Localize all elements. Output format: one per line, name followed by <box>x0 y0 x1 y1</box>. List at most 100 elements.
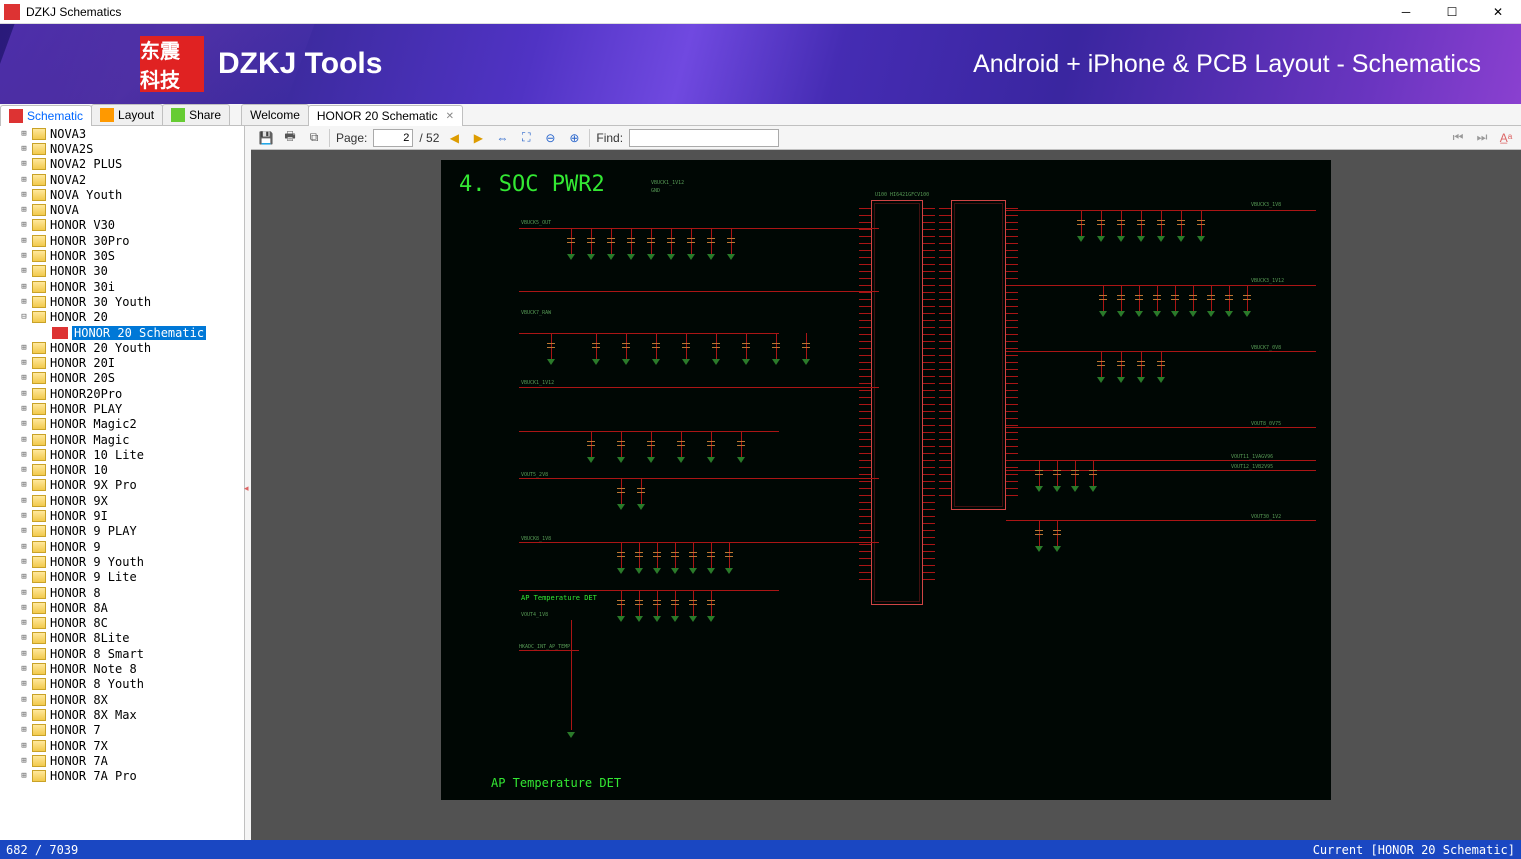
doc-tab-honor20[interactable]: HONOR 20 Schematic ✕ <box>308 105 463 126</box>
tree-folder[interactable]: ⊞HONOR20Pro <box>0 386 244 401</box>
print-icon[interactable]: 🖶 <box>281 129 299 147</box>
expander-icon[interactable]: ⊞ <box>18 297 30 307</box>
find-options-icon[interactable]: A̲ᵃ <box>1497 129 1515 147</box>
expander-icon[interactable]: ⊞ <box>18 725 30 735</box>
tree-folder[interactable]: ⊞HONOR 10 Lite <box>0 447 244 462</box>
tab-layout[interactable]: Layout <box>91 104 163 125</box>
expander-icon[interactable]: ⊞ <box>18 190 30 200</box>
expander-icon[interactable]: ⊞ <box>18 282 30 292</box>
expander-icon[interactable]: ⊞ <box>18 526 30 536</box>
tree-folder[interactable]: ⊞HONOR 30 Youth <box>0 294 244 309</box>
tree-folder[interactable]: ⊞HONOR 8X Max <box>0 707 244 722</box>
find-next-icon[interactable]: ⏭ <box>1473 129 1491 147</box>
tree-folder[interactable]: ⊞HONOR 9I <box>0 508 244 523</box>
expander-icon[interactable]: ⊞ <box>18 373 30 383</box>
copy-icon[interactable]: ⧉ <box>305 129 323 147</box>
expander-icon[interactable]: ⊞ <box>18 710 30 720</box>
tree-folder[interactable]: ⊞HONOR 7X <box>0 738 244 753</box>
expander-icon[interactable]: ⊞ <box>18 236 30 246</box>
expander-icon[interactable]: ⊞ <box>18 511 30 521</box>
tree-folder[interactable]: ⊞HONOR Magic <box>0 432 244 447</box>
minimize-button[interactable]: ─ <box>1383 0 1429 24</box>
expander-icon[interactable]: ⊞ <box>18 419 30 429</box>
expander-icon[interactable]: ⊞ <box>18 343 30 353</box>
expander-icon[interactable]: ⊞ <box>18 695 30 705</box>
tree-folder[interactable]: ⊞NOVA <box>0 202 244 217</box>
tree-folder[interactable]: ⊞NOVA2 PLUS <box>0 157 244 172</box>
tree-folder[interactable]: ⊞HONOR 7A Pro <box>0 768 244 783</box>
expander-icon[interactable]: ⊞ <box>18 496 30 506</box>
expander-icon[interactable]: ⊞ <box>18 266 30 276</box>
tree-folder[interactable]: ⊞HONOR Note 8 <box>0 661 244 676</box>
save-icon[interactable]: 💾 <box>257 129 275 147</box>
expander-icon[interactable]: ⊞ <box>18 450 30 460</box>
expander-icon[interactable]: ⊞ <box>18 129 30 139</box>
tree-folder[interactable]: ⊞HONOR 9X Pro <box>0 478 244 493</box>
tree-folder[interactable]: ⊞HONOR 7 <box>0 723 244 738</box>
expander-icon[interactable]: ⊞ <box>18 404 30 414</box>
tab-share[interactable]: Share <box>162 104 230 125</box>
expander-icon[interactable]: ⊞ <box>18 251 30 261</box>
tree-folder[interactable]: ⊞NOVA Youth <box>0 187 244 202</box>
tree-folder[interactable]: ⊞HONOR 30Pro <box>0 233 244 248</box>
expander-icon[interactable]: ⊞ <box>18 649 30 659</box>
expander-icon[interactable]: ⊞ <box>18 572 30 582</box>
tab-schematic[interactable]: Schematic <box>0 105 92 126</box>
tree-folder[interactable]: ⊞HONOR 8A <box>0 600 244 615</box>
tree-folder[interactable]: ⊟HONOR 20 <box>0 310 244 325</box>
tree-sidebar[interactable]: ⊞NOVA3⊞NOVA2S⊞NOVA2 PLUS⊞NOVA2⊞NOVA Yout… <box>0 126 245 840</box>
zoom-in-icon[interactable]: ⊕ <box>565 129 583 147</box>
expander-icon[interactable]: ⊞ <box>18 220 30 230</box>
expander-icon[interactable]: ⊞ <box>18 144 30 154</box>
expander-icon[interactable]: ⊞ <box>18 771 30 781</box>
tree-folder[interactable]: ⊞NOVA2 <box>0 172 244 187</box>
tree-folder[interactable]: ⊞HONOR V30 <box>0 218 244 233</box>
close-button[interactable]: ✕ <box>1475 0 1521 24</box>
tree-folder[interactable]: ⊞HONOR 8 Youth <box>0 677 244 692</box>
tree-folder[interactable]: ⊞HONOR PLAY <box>0 401 244 416</box>
doc-tab-welcome[interactable]: Welcome <box>241 104 309 125</box>
expander-icon[interactable]: ⊞ <box>18 542 30 552</box>
expander-icon[interactable]: ⊞ <box>18 633 30 643</box>
page-next-icon[interactable]: ▶ <box>469 129 487 147</box>
expander-icon[interactable]: ⊞ <box>18 679 30 689</box>
expander-icon[interactable]: ⊟ <box>18 312 30 322</box>
find-first-icon[interactable]: ⏮ <box>1449 129 1467 147</box>
tree-folder[interactable]: ⊞NOVA2S <box>0 141 244 156</box>
expander-icon[interactable]: ⊞ <box>18 389 30 399</box>
tree-folder[interactable]: ⊞HONOR 8 <box>0 585 244 600</box>
expander-icon[interactable]: ⊞ <box>18 664 30 674</box>
expander-icon[interactable]: ⊞ <box>18 465 30 475</box>
expander-icon[interactable]: ⊞ <box>18 588 30 598</box>
tree-folder[interactable]: ⊞HONOR 8Lite <box>0 631 244 646</box>
expander-icon[interactable]: ⊞ <box>18 205 30 215</box>
expander-icon[interactable]: ⊞ <box>18 435 30 445</box>
sidebar-collapse-handle[interactable] <box>245 126 251 840</box>
tree-folder[interactable]: ⊞HONOR 20 Youth <box>0 340 244 355</box>
maximize-button[interactable]: ☐ <box>1429 0 1475 24</box>
tree-folder[interactable]: ⊞HONOR 8 Smart <box>0 646 244 661</box>
tree-file[interactable]: HONOR 20 Schematic <box>0 325 244 340</box>
fit-page-icon[interactable]: ⛶ <box>517 129 535 147</box>
fit-width-icon[interactable]: ⇔ <box>493 129 511 147</box>
tree-folder[interactable]: ⊞HONOR 8X <box>0 692 244 707</box>
close-icon[interactable]: ✕ <box>446 111 454 122</box>
expander-icon[interactable]: ⊞ <box>18 358 30 368</box>
expander-icon[interactable]: ⊞ <box>18 557 30 567</box>
tree-folder[interactable]: ⊞HONOR 9 <box>0 539 244 554</box>
tree-folder[interactable]: ⊞HONOR 20S <box>0 371 244 386</box>
tree-folder[interactable]: ⊞HONOR 9 Youth <box>0 554 244 569</box>
tree-folder[interactable]: ⊞HONOR 10 <box>0 463 244 478</box>
find-input[interactable] <box>629 129 779 147</box>
tree-folder[interactable]: ⊞HONOR 30S <box>0 248 244 263</box>
expander-icon[interactable]: ⊞ <box>18 603 30 613</box>
zoom-out-icon[interactable]: ⊖ <box>541 129 559 147</box>
expander-icon[interactable]: ⊞ <box>18 175 30 185</box>
expander-icon[interactable]: ⊞ <box>18 756 30 766</box>
tree-folder[interactable]: ⊞HONOR 9 Lite <box>0 570 244 585</box>
tree-folder[interactable]: ⊞NOVA3 <box>0 126 244 141</box>
tree-folder[interactable]: ⊞HONOR 30 <box>0 264 244 279</box>
tree-folder[interactable]: ⊞HONOR 30i <box>0 279 244 294</box>
expander-icon[interactable]: ⊞ <box>18 480 30 490</box>
tree-folder[interactable]: ⊞HONOR 9X <box>0 493 244 508</box>
